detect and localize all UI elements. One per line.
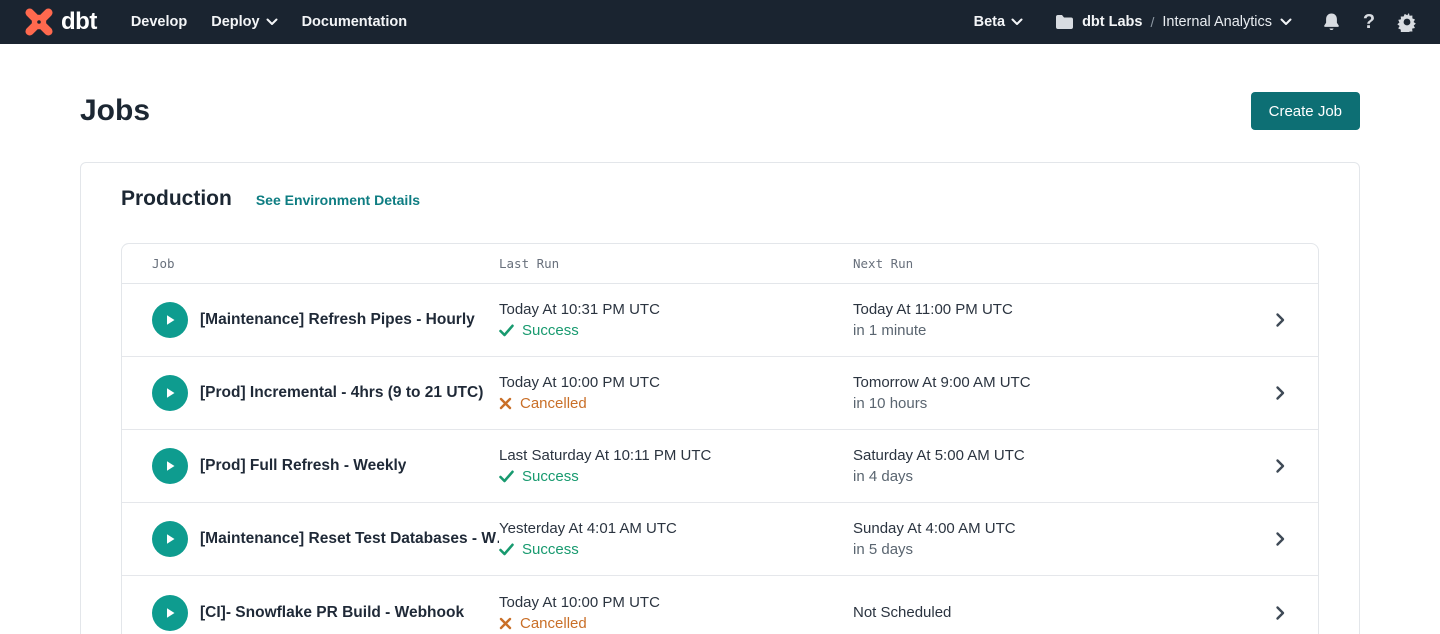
table-body: [Maintenance] Refresh Pipes - Hourly Tod… [122,284,1318,634]
table-row[interactable]: [Prod] Incremental - 4hrs (9 to 21 UTC) … [122,357,1318,430]
breadcrumb-separator: / [1150,14,1154,30]
chevron-right-icon[interactable] [1272,531,1288,547]
next-run-cell: Not Scheduled [853,604,1234,621]
last-run-status: Success [499,541,853,558]
next-run-cell: Today At 11:00 PM UTC in 1 minute [853,301,1234,339]
nav-link-deploy[interactable]: Deploy [211,14,277,30]
dbt-logo-text: dbt [61,8,97,36]
nav-link-develop[interactable]: Develop [131,14,187,30]
beta-dropdown[interactable]: Beta [974,14,1023,30]
table-row[interactable]: [Prod] Full Refresh - Weekly Last Saturd… [122,430,1318,503]
success-check-icon [499,543,514,556]
play-icon [163,606,177,620]
next-run-time: Sunday At 4:00 AM UTC [853,520,1234,537]
next-run-cell: Tomorrow At 9:00 AM UTC in 10 hours [853,374,1234,412]
next-run-cell: Saturday At 5:00 AM UTC in 4 days [853,447,1234,485]
last-run-time: Yesterday At 4:01 AM UTC [499,520,853,537]
table-row[interactable]: [Maintenance] Refresh Pipes - Hourly Tod… [122,284,1318,357]
success-check-icon [499,470,514,483]
dbt-logo[interactable]: dbt [24,7,97,37]
run-job-button[interactable] [152,448,188,484]
last-run-time: Last Saturday At 10:11 PM UTC [499,447,853,464]
chevron-right-icon[interactable] [1272,605,1288,621]
last-run-cell: Yesterday At 4:01 AM UTC Success [499,520,853,558]
chevron-down-icon [1280,18,1292,26]
chevron-down-icon [1011,18,1023,26]
job-name: [Prod] Incremental - 4hrs (9 to 21 UTC) [200,384,483,402]
last-run-status: Success [499,468,853,485]
help-icon[interactable]: ? [1358,11,1380,33]
last-run-cell: Last Saturday At 10:11 PM UTC Success [499,447,853,485]
see-environment-details-link[interactable]: See Environment Details [256,192,420,208]
last-run-status: Cancelled [499,395,853,412]
run-job-button[interactable] [152,521,188,557]
bell-icon[interactable] [1320,11,1342,33]
next-run-time: Not Scheduled [853,604,1234,621]
nav-link-documentation[interactable]: Documentation [302,14,408,30]
column-header-next-run: Next Run [853,256,1234,271]
chevron-right-icon[interactable] [1272,458,1288,474]
page-title: Jobs [80,94,150,128]
play-icon [163,313,177,327]
next-run-time: Today At 11:00 PM UTC [853,301,1234,318]
last-run-time: Today At 10:31 PM UTC [499,301,853,318]
play-icon [163,532,177,546]
table-header-row: Job Last Run Next Run [122,244,1318,284]
last-run-cell: Today At 10:31 PM UTC Success [499,301,853,339]
job-name: [Prod] Full Refresh - Weekly [200,457,406,475]
column-header-last-run: Last Run [499,256,853,271]
last-run-status: Success [499,322,853,339]
top-navbar: dbt Develop Deploy Documentation Beta [0,0,1440,44]
next-run-relative: in 5 days [853,541,1234,558]
job-name: [Maintenance] Reset Test Databases - W… [200,530,499,548]
last-run-cell: Today At 10:00 PM UTC Cancelled [499,374,853,412]
play-icon [163,386,177,400]
project-name: Internal Analytics [1162,14,1272,30]
run-job-button[interactable] [152,375,188,411]
table-row[interactable]: [Maintenance] Reset Test Databases - W… … [122,503,1318,576]
table-row[interactable]: [CI]- Snowflake PR Build - Webhook Today… [122,576,1318,634]
success-check-icon [499,324,514,337]
folder-icon [1055,14,1074,30]
gear-icon[interactable] [1396,11,1418,33]
jobs-table: Job Last Run Next Run [Maintenance] Refr… [121,243,1319,634]
dbt-logo-icon [24,7,54,37]
environment-card: Production See Environment Details Job L… [80,162,1360,634]
column-header-job: Job [152,256,499,271]
account-name: dbt Labs [1082,14,1142,30]
job-name: [CI]- Snowflake PR Build - Webhook [200,604,464,622]
last-run-time: Today At 10:00 PM UTC [499,374,853,391]
project-switcher[interactable]: dbt Labs / Internal Analytics [1055,14,1292,30]
run-job-button[interactable] [152,302,188,338]
last-run-status: Cancelled [499,615,853,632]
chevron-down-icon [266,18,278,26]
cancelled-x-icon [499,617,512,630]
last-run-cell: Today At 10:00 PM UTC Cancelled [499,594,853,632]
nav-links: Develop Deploy Documentation [131,14,407,30]
last-run-time: Today At 10:00 PM UTC [499,594,853,611]
next-run-relative: in 4 days [853,468,1234,485]
next-run-cell: Sunday At 4:00 AM UTC in 5 days [853,520,1234,558]
run-job-button[interactable] [152,595,188,631]
next-run-time: Saturday At 5:00 AM UTC [853,447,1234,464]
next-run-relative: in 10 hours [853,395,1234,412]
job-name: [Maintenance] Refresh Pipes - Hourly [200,311,475,329]
next-run-relative: in 1 minute [853,322,1234,339]
chevron-right-icon[interactable] [1272,312,1288,328]
cancelled-x-icon [499,397,512,410]
play-icon [163,459,177,473]
create-job-button[interactable]: Create Job [1251,92,1360,130]
chevron-right-icon[interactable] [1272,385,1288,401]
environment-name: Production [121,187,232,211]
next-run-time: Tomorrow At 9:00 AM UTC [853,374,1234,391]
